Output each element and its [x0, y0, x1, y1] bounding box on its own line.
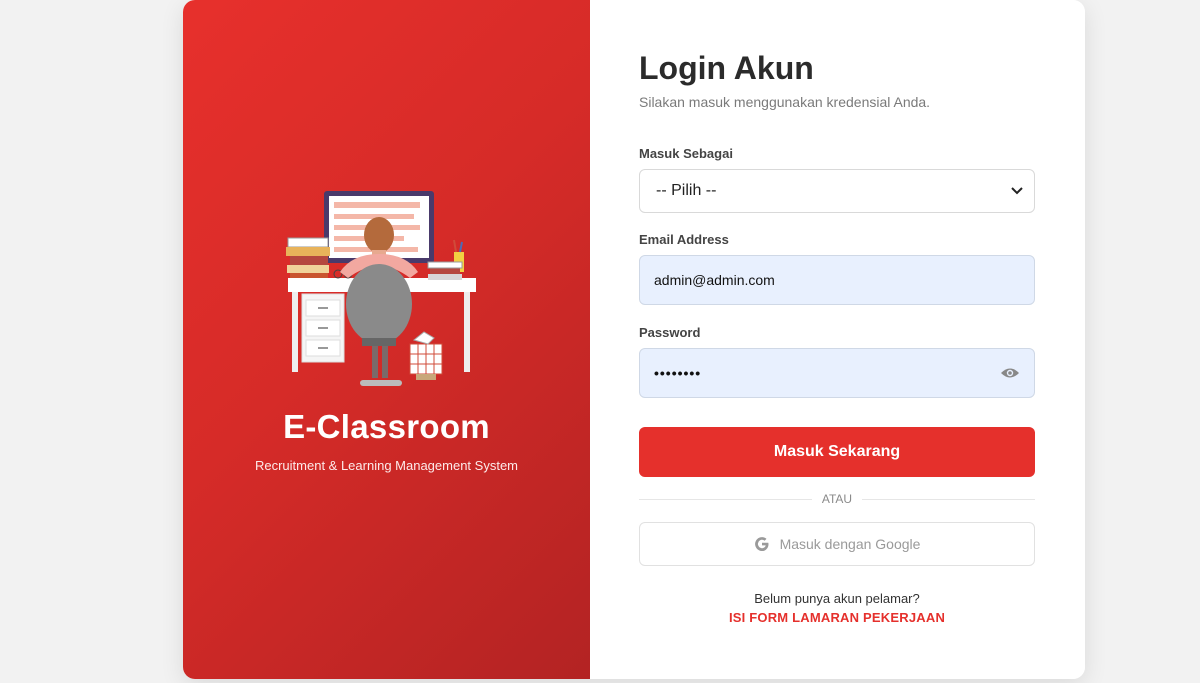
brand-subtitle: Recruitment & Learning Management System: [254, 458, 518, 473]
register-group: Belum punya akun pelamar? ISI FORM LAMAR…: [639, 591, 1035, 625]
google-button-label: Masuk dengan Google: [779, 536, 921, 552]
password-value: ••••••••: [654, 365, 702, 381]
eye-icon[interactable]: [1000, 366, 1020, 380]
divider-group: ATAU: [639, 491, 1035, 507]
chevron-down-icon: [1010, 184, 1024, 198]
password-label: Password: [639, 325, 701, 340]
or-divider: ATAU: [639, 491, 1035, 507]
submit-group: Masuk Sekarang: [639, 427, 1035, 477]
email-field[interactable]: admin@admin.com: [639, 255, 1035, 305]
email-label: Email Address: [639, 232, 729, 247]
brand-panel: E-Classroom Recruitment & Learning Manag…: [183, 0, 590, 679]
role-select[interactable]: -- Pilih --: [639, 169, 1035, 213]
email-value: admin@admin.com: [654, 272, 775, 288]
google-icon: [754, 536, 770, 552]
login-card: E-Classroom Recruitment & Learning Manag…: [183, 0, 1085, 679]
page-title: Login Akun: [639, 50, 814, 86]
role-field-group: Masuk Sebagai -- Pilih --: [639, 146, 1035, 213]
role-label: Masuk Sebagai: [639, 146, 733, 161]
google-login-button[interactable]: Masuk dengan Google: [639, 522, 1035, 566]
google-group: Masuk dengan Google: [639, 522, 1035, 566]
register-link[interactable]: ISI FORM LAMARAN PEKERJAAN: [639, 610, 1035, 625]
password-field[interactable]: ••••••••: [639, 348, 1035, 398]
divider-label: ATAU: [811, 492, 863, 506]
brand-title: E-Classroom: [283, 408, 490, 445]
login-form: Login Akun Silakan masuk menggunakan kre…: [639, 48, 1035, 625]
password-field-group: Password ••••••••: [639, 325, 1035, 398]
login-panel: Login Akun Silakan masuk menggunakan kre…: [590, 0, 1085, 679]
page-subtitle: Silakan masuk menggunakan kredensial And…: [639, 94, 931, 110]
register-question: Belum punya akun pelamar?: [754, 591, 920, 606]
login-button[interactable]: Masuk Sekarang: [639, 427, 1035, 477]
email-field-group: Email Address admin@admin.com: [639, 232, 1035, 305]
role-select-value: -- Pilih --: [656, 182, 717, 199]
person-at-desk-illustration: [282, 186, 482, 396]
